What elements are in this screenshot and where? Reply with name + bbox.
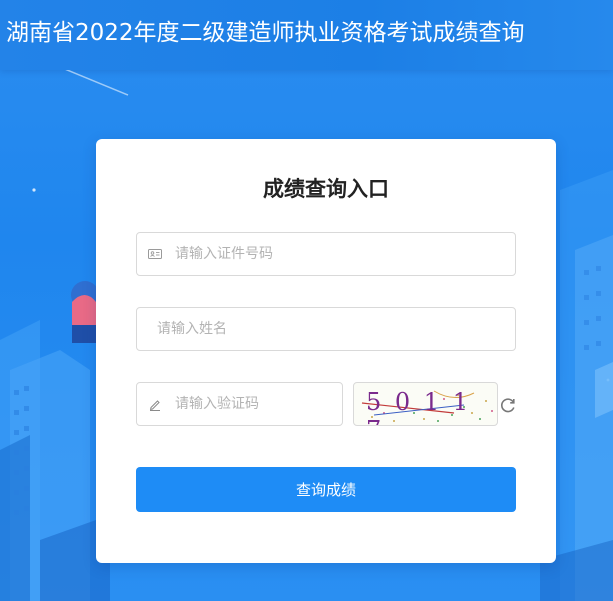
name-field[interactable]: [136, 307, 516, 351]
id-card-icon: [147, 246, 163, 262]
pencil-icon: [147, 396, 163, 412]
refresh-icon[interactable]: [498, 395, 518, 415]
captcha-text: 5 0 1 1 7: [366, 388, 471, 425]
card-title: 成绩查询入口: [263, 177, 389, 201]
submit-button[interactable]: 查询成绩: [136, 467, 516, 512]
name-input[interactable]: [157, 319, 497, 339]
page-title: 湖南省2022年度二级建造师执业资格考试成绩查询: [6, 20, 525, 46]
id-number-field[interactable]: [136, 232, 516, 276]
id-number-input[interactable]: [175, 244, 505, 264]
page-header: 湖南省2022年度二级建造师执业资格考试成绩查询: [0, 0, 613, 70]
captcha-field[interactable]: [136, 382, 343, 426]
query-card: 成绩查询入口 请输入证件号码 请输入姓名 请输入验证码 5 0 1 1 查询成绩: [96, 139, 556, 563]
captcha-image[interactable]: 5 0 1 1 7: [353, 382, 498, 426]
captcha-input[interactable]: [175, 394, 335, 414]
